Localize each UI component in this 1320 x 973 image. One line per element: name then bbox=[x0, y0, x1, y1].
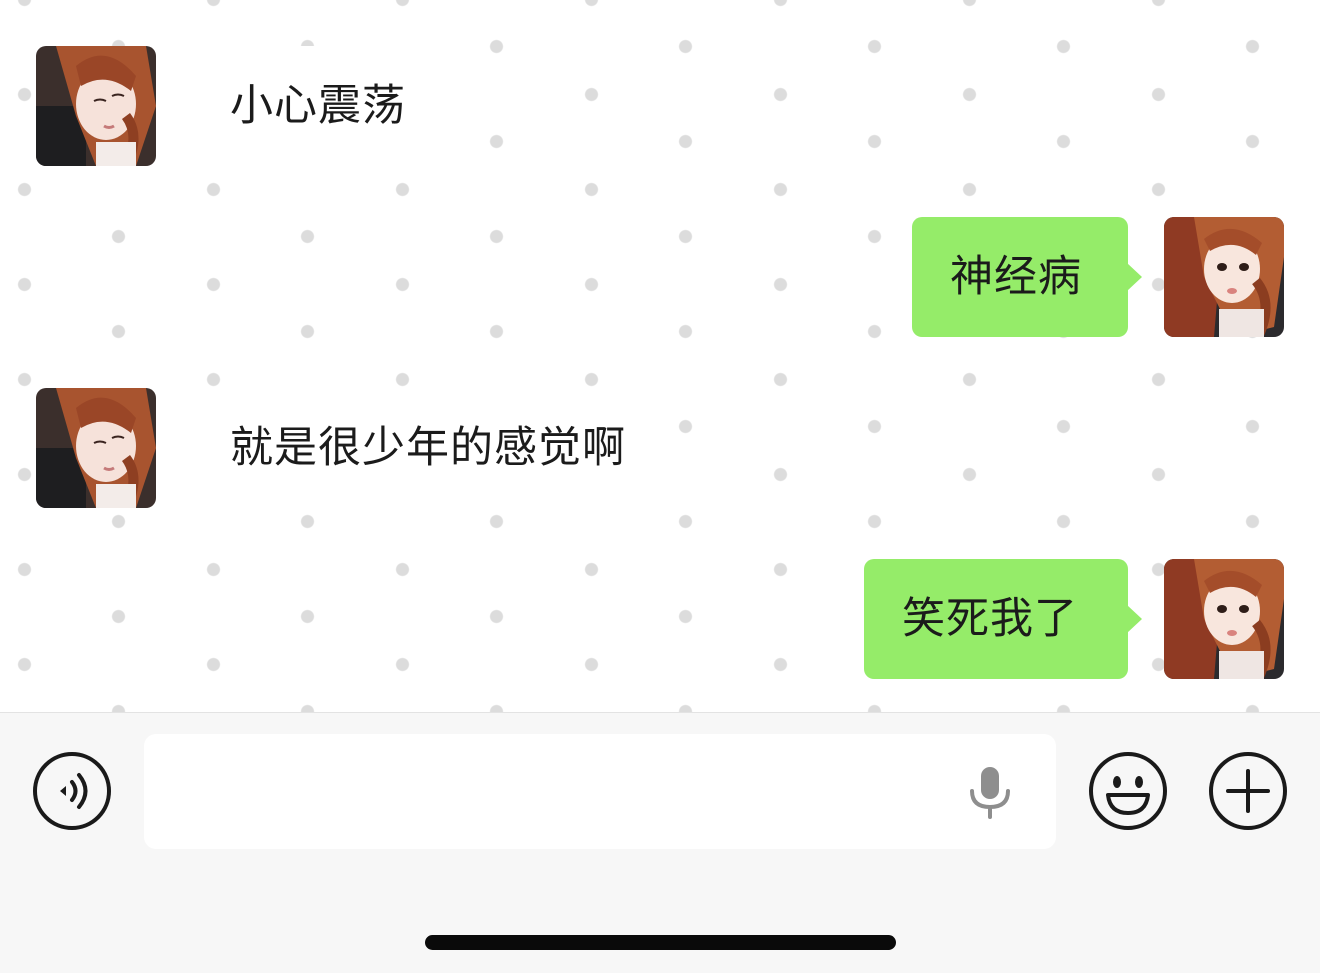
message-text: 笑死我了 bbox=[902, 594, 1078, 644]
chat-screen: 小心震荡 神经病 就是很少年的感觉啊 笑死我了 bbox=[0, 0, 1320, 973]
microphone-icon bbox=[970, 767, 1010, 819]
plus-icon bbox=[1209, 752, 1287, 830]
message-list[interactable]: 小心震荡 神经病 就是很少年的感觉啊 笑死我了 bbox=[0, 0, 1320, 712]
avatar-image bbox=[1164, 559, 1284, 679]
message-bubble-outgoing[interactable]: 笑死我了 bbox=[864, 559, 1142, 679]
emoji-icon bbox=[1089, 752, 1167, 830]
avatar-image bbox=[1164, 217, 1284, 337]
bubble-tail bbox=[1127, 263, 1142, 291]
message-text: 就是很少年的感觉啊 bbox=[230, 423, 626, 473]
input-bar bbox=[0, 712, 1320, 973]
voice-icon bbox=[33, 752, 111, 830]
message-bubble-incoming[interactable]: 小心震荡 bbox=[192, 46, 444, 166]
avatar-image bbox=[36, 388, 156, 508]
message-input[interactable] bbox=[144, 734, 1056, 849]
home-indicator[interactable] bbox=[425, 935, 896, 950]
more-button[interactable] bbox=[1208, 751, 1288, 831]
avatar-image bbox=[36, 46, 156, 166]
my-avatar[interactable] bbox=[1164, 217, 1284, 337]
my-avatar[interactable] bbox=[1164, 559, 1284, 679]
message-text: 小心震荡 bbox=[230, 81, 406, 131]
message-bubble-incoming[interactable]: 就是很少年的感觉啊 bbox=[192, 388, 664, 508]
message-text: 神经病 bbox=[950, 252, 1082, 302]
bubble-tail bbox=[1127, 605, 1142, 633]
message-bubble-outgoing[interactable]: 神经病 bbox=[912, 217, 1142, 337]
emoji-button[interactable] bbox=[1088, 751, 1168, 831]
voice-mode-button[interactable] bbox=[32, 751, 112, 831]
contact-avatar[interactable] bbox=[36, 388, 156, 508]
dictation-button[interactable] bbox=[966, 765, 1014, 821]
contact-avatar[interactable] bbox=[36, 46, 156, 166]
